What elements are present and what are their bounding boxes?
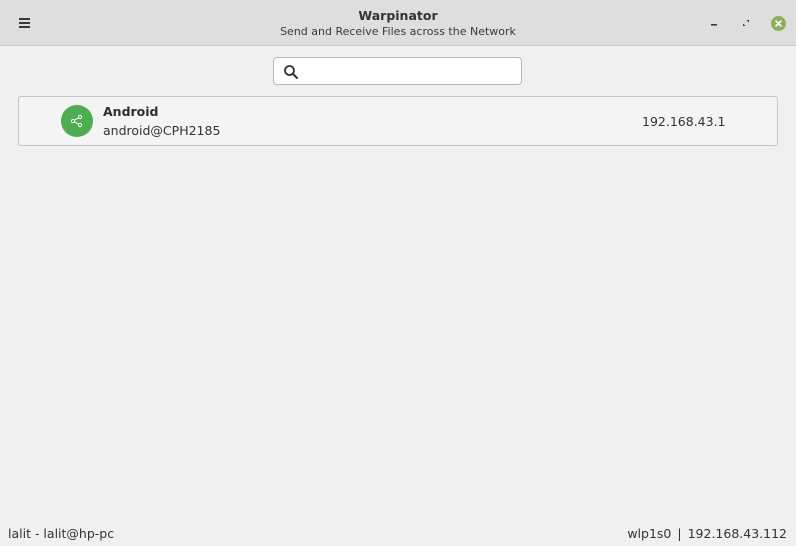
window-subtitle: Send and Receive Files across the Networ…	[280, 25, 516, 38]
share-network-icon	[70, 114, 83, 128]
device-row-android[interactable]: Android android@CPH2185 192.168.43.1	[18, 96, 778, 146]
device-user-host: android@CPH2185	[103, 123, 221, 138]
status-interface: wlp1s0	[627, 526, 672, 541]
search-input[interactable]	[306, 61, 516, 81]
minimize-button[interactable]	[705, 14, 723, 32]
status-user: lalit - lalit@hp-pc	[8, 526, 115, 541]
maximize-icon	[743, 20, 749, 26]
close-button[interactable]	[769, 14, 787, 32]
search-icon	[284, 65, 298, 79]
maximize-button[interactable]	[737, 14, 755, 32]
device-avatar	[61, 105, 93, 137]
device-ip: 192.168.43.1	[642, 114, 726, 129]
header-bar: Warpinator Send and Receive Files across…	[0, 0, 796, 46]
status-network: wlp1s0 | 192.168.43.112	[627, 526, 787, 541]
window-title: Warpinator	[358, 8, 438, 23]
device-name: Android	[103, 104, 159, 119]
search-field[interactable]	[273, 57, 522, 85]
close-icon	[770, 15, 786, 31]
title-area: Warpinator Send and Receive Files across…	[0, 8, 796, 39]
minimize-icon	[711, 24, 717, 26]
status-separator: |	[677, 526, 682, 541]
status-ip: 192.168.43.112	[687, 526, 787, 541]
